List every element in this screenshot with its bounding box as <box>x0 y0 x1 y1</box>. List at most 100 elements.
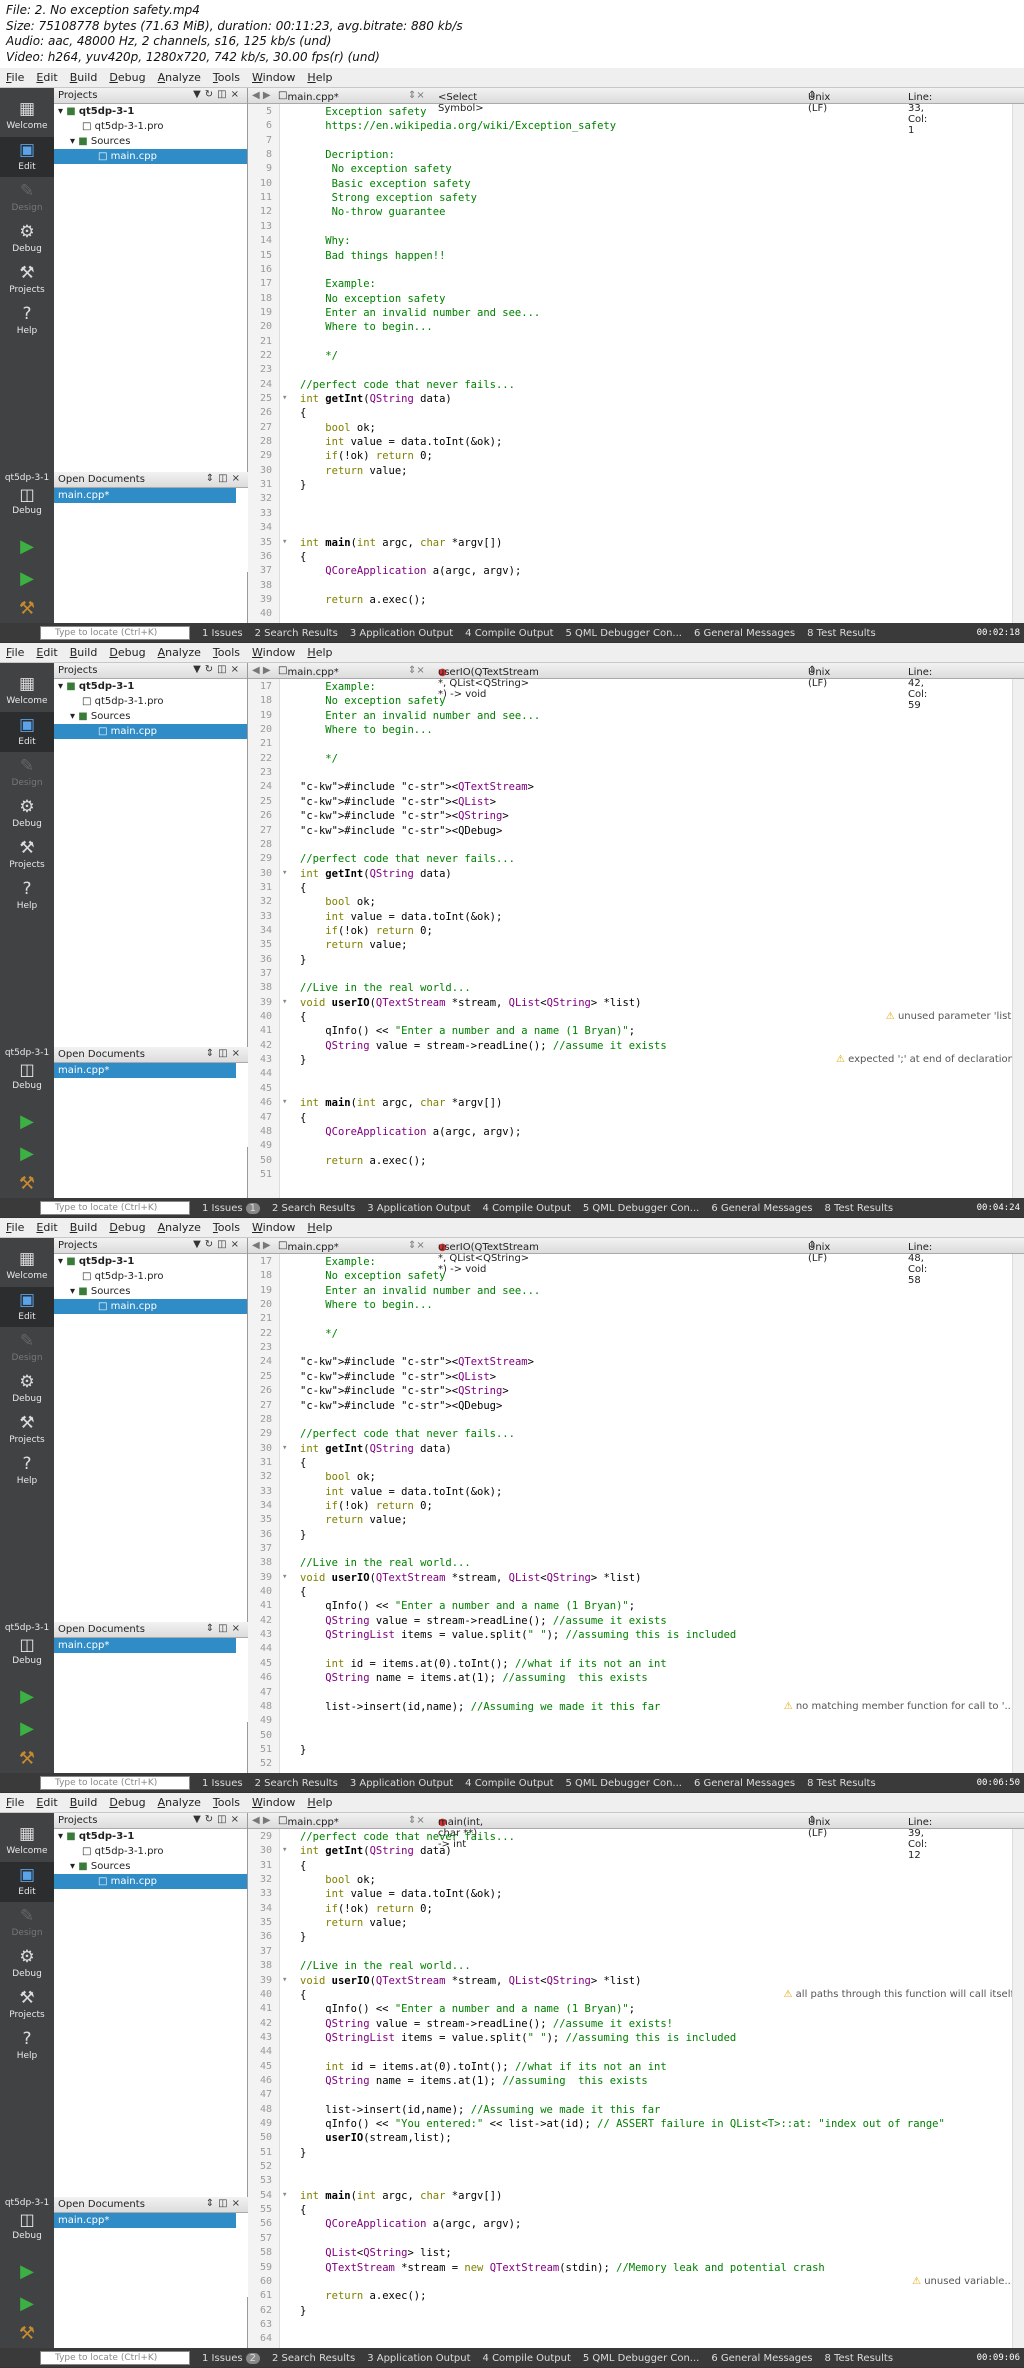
fold-icon[interactable]: ▾ <box>282 1572 292 1582</box>
menu-debug[interactable]: Debug <box>109 646 145 659</box>
tree-main-cpp[interactable]: □ main.cpp <box>54 149 247 164</box>
open-doc-main-cpp[interactable]: main.cpp* <box>54 488 236 503</box>
fold-icon[interactable]: ▾ <box>282 2190 292 2200</box>
file-combo[interactable]: □ main.cpp* <box>278 90 339 103</box>
menu-help[interactable]: Help <box>307 1796 332 1809</box>
menu-file[interactable]: File <box>6 71 24 84</box>
menu-window[interactable]: Window <box>252 1221 295 1234</box>
mode-edit[interactable]: ▣ Edit <box>0 1862 54 1902</box>
mode-projects[interactable]: ⚒ Projects <box>0 260 54 300</box>
editor-scrollbar[interactable] <box>1012 104 1024 623</box>
mode-design[interactable]: ✎ Design <box>0 753 54 793</box>
menu-debug[interactable]: Debug <box>109 1221 145 1234</box>
mode-welcome[interactable]: ▦ Welcome <box>0 96 54 136</box>
output-tab[interactable]: 5 QML Debugger Con... <box>566 1778 682 1789</box>
menu-window[interactable]: Window <box>252 1796 295 1809</box>
build-hammer-icon[interactable]: ⚒ <box>14 1171 40 1197</box>
warning-annotation[interactable]: ⚠ no matching member function for call t… <box>783 1700 1014 1712</box>
split-icon[interactable]: ⇕◫× <box>206 1048 244 1059</box>
filter-icon[interactable]: ▼↻◫× <box>193 1814 243 1825</box>
menu-tools[interactable]: Tools <box>213 1796 240 1809</box>
mode-design[interactable]: ✎ Design <box>0 1903 54 1943</box>
kit-selector[interactable]: qt5dp-3-1 ◫ Debug <box>0 473 54 516</box>
output-tab[interactable]: 2 Search Results <box>255 1778 338 1789</box>
nav-arrows-icon[interactable]: ◀ ▶ <box>252 1240 271 1251</box>
encoding-combo[interactable]: Unix (LF) ⇕ <box>808 1815 830 1839</box>
fold-icon[interactable]: ▾ <box>282 1443 292 1453</box>
run-icon[interactable]: ▶ <box>14 2259 40 2285</box>
nav-arrows-icon[interactable]: ◀ ▶ <box>252 90 271 101</box>
menu-analyze[interactable]: Analyze <box>158 71 201 84</box>
mode-welcome[interactable]: ▦ Welcome <box>0 1821 54 1861</box>
debug-run-icon[interactable]: ▶ <box>14 566 40 592</box>
mode-debug[interactable]: ⚙ Debug <box>0 219 54 259</box>
tree-pro-file[interactable]: □ qt5dp-3-1.pro <box>54 694 247 709</box>
output-tab[interactable]: 4 Compile Output <box>483 2353 571 2364</box>
file-combo[interactable]: □ main.cpp* <box>278 1815 339 1828</box>
output-tab[interactable]: 2 Search Results <box>272 1203 355 1214</box>
mode-debug[interactable]: ⚙ Debug <box>0 1944 54 1984</box>
mode-projects[interactable]: ⚒ Projects <box>0 835 54 875</box>
output-tab[interactable]: 4 Compile Output <box>465 628 553 639</box>
warning-annotation[interactable]: ⚠ expected ';' at end of declaration <box>835 1054 1014 1066</box>
menu-help[interactable]: Help <box>307 1221 332 1234</box>
tree-pro-file[interactable]: □ qt5dp-3-1.pro <box>54 1844 247 1859</box>
split-icon[interactable]: ⇕◫× <box>206 2198 244 2209</box>
menu-help[interactable]: Help <box>307 646 332 659</box>
tree-pro-file[interactable]: □ qt5dp-3-1.pro <box>54 119 247 134</box>
encoding-combo[interactable]: Unix (LF) ⇕ <box>808 90 830 114</box>
mode-welcome[interactable]: ▦ Welcome <box>0 671 54 711</box>
output-tab[interactable]: 1 Issues <box>202 2353 243 2364</box>
output-tab[interactable]: 2 Search Results <box>255 628 338 639</box>
menu-file[interactable]: File <box>6 1221 24 1234</box>
menu-edit[interactable]: Edit <box>36 71 57 84</box>
kit-selector[interactable]: qt5dp-3-1 ◫ Debug <box>0 1623 54 1666</box>
output-tab[interactable]: 5 QML Debugger Con... <box>583 2353 699 2364</box>
code-area[interactable]: 17 Example: 18 No exception safety 19 Ente… <box>248 1254 1024 1773</box>
output-tab[interactable]: 6 General Messages <box>694 1778 795 1789</box>
tree-sources[interactable]: ▾ ■ Sources <box>54 1284 247 1299</box>
editor-scrollbar[interactable] <box>1012 1829 1024 2348</box>
kit-selector[interactable]: qt5dp-3-1 ◫ Debug <box>0 1048 54 1091</box>
output-tab[interactable]: 3 Application Output <box>367 2353 470 2364</box>
mode-help[interactable]: ? Help <box>0 876 54 916</box>
filter-icon[interactable]: ▼↻◫× <box>193 89 243 100</box>
menu-window[interactable]: Window <box>252 71 295 84</box>
output-tab[interactable]: 2 Search Results <box>272 2353 355 2364</box>
nav-arrows-icon[interactable]: ◀ ▶ <box>252 665 271 676</box>
menu-file[interactable]: File <box>6 646 24 659</box>
fold-icon[interactable]: ▾ <box>282 1975 292 1985</box>
debug-run-icon[interactable]: ▶ <box>14 1141 40 1167</box>
build-hammer-icon[interactable]: ⚒ <box>14 1746 40 1772</box>
split-icon[interactable]: ⇕◫× <box>206 473 244 484</box>
code-area[interactable]: 29 //perfect code that never fails... 30 ▾ i… <box>248 1829 1024 2348</box>
mode-help[interactable]: ? Help <box>0 1451 54 1491</box>
run-icon[interactable]: ▶ <box>14 1684 40 1710</box>
debug-run-icon[interactable]: ▶ <box>14 1716 40 1742</box>
file-dropdown-icon[interactable]: ⇕× <box>408 1240 425 1251</box>
build-hammer-icon[interactable]: ⚒ <box>14 2321 40 2347</box>
file-combo[interactable]: □ main.cpp* <box>278 665 339 678</box>
menu-edit[interactable]: Edit <box>36 1796 57 1809</box>
locator-input[interactable]: Type to locate (Ctrl+K) <box>40 1201 190 1215</box>
tree-project[interactable]: ▾ ■ qt5dp-3-1 <box>54 1254 247 1269</box>
output-tab[interactable]: 8 Test Results <box>807 628 876 639</box>
menu-window[interactable]: Window <box>252 646 295 659</box>
mode-projects[interactable]: ⚒ Projects <box>0 1410 54 1450</box>
code-area[interactable]: 5 Exception safety 6 https://en.wikipedia… <box>248 104 1024 623</box>
menu-debug[interactable]: Debug <box>109 71 145 84</box>
menu-debug[interactable]: Debug <box>109 1796 145 1809</box>
menu-help[interactable]: Help <box>307 71 332 84</box>
locator-input[interactable]: Type to locate (Ctrl+K) <box>40 1776 190 1790</box>
mode-design[interactable]: ✎ Design <box>0 178 54 218</box>
editor-scrollbar[interactable] <box>1012 679 1024 1198</box>
open-doc-main-cpp[interactable]: main.cpp* <box>54 1638 236 1653</box>
locator-input[interactable]: Type to locate (Ctrl+K) <box>40 626 190 640</box>
nav-arrows-icon[interactable]: ◀ ▶ <box>252 1815 271 1826</box>
locator-input[interactable]: Type to locate (Ctrl+K) <box>40 2351 190 2365</box>
fold-icon[interactable]: ▾ <box>282 537 292 547</box>
tab-qml-debugger[interactable]: 5 QML Debugger Con... <box>566 628 682 639</box>
fold-icon[interactable]: ▾ <box>282 868 292 878</box>
output-tab[interactable]: 6 General Messages <box>694 628 795 639</box>
file-dropdown-icon[interactable]: ⇕× <box>408 1815 425 1826</box>
